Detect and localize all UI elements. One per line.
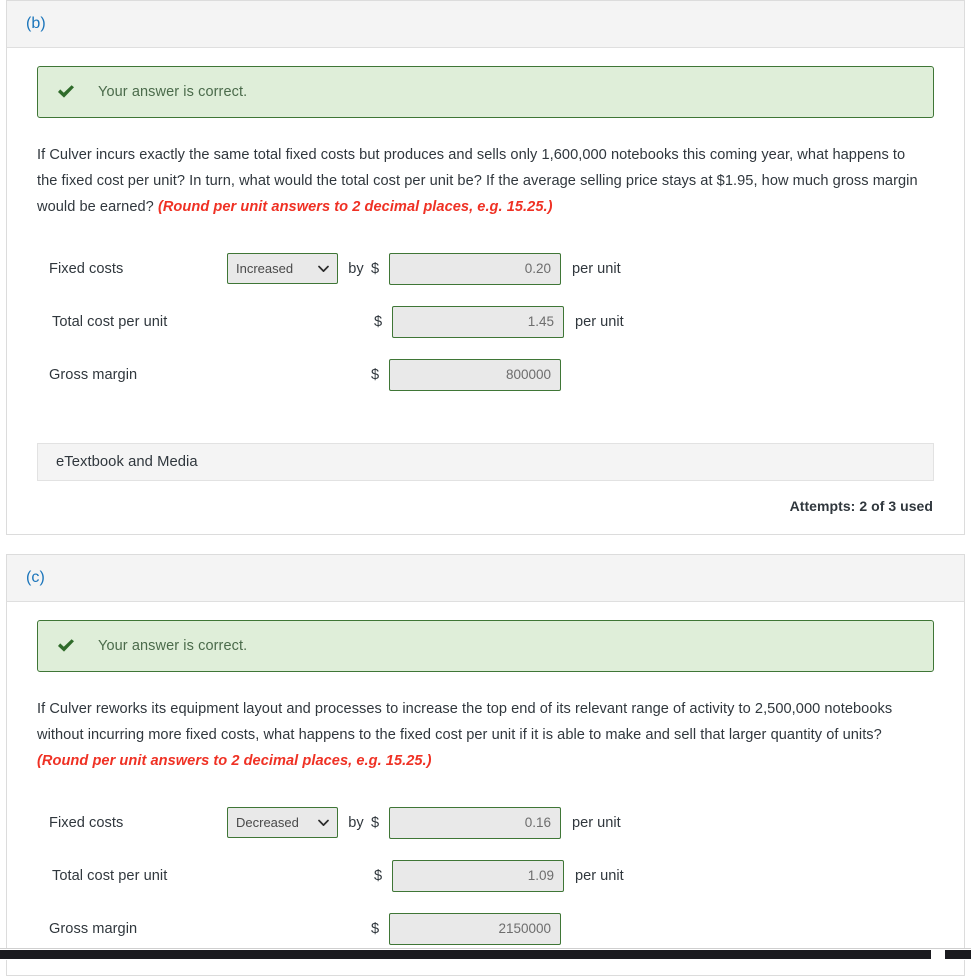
- check-icon: [56, 82, 76, 102]
- by-word-c: by: [348, 814, 364, 831]
- by-word-b: by: [348, 260, 364, 277]
- total-cost-input-c[interactable]: [392, 859, 564, 892]
- correct-banner-b: Your answer is correct.: [37, 66, 934, 118]
- answer-row-total-cost-b: Total cost per unit $ per unit: [37, 295, 934, 348]
- horizontal-scrollbar[interactable]: [0, 948, 971, 960]
- correct-banner-text-b: Your answer is correct.: [98, 84, 248, 100]
- question-prompt-main-c: If Culver reworks its equipment layout a…: [37, 701, 893, 743]
- question-page: (b) Your answer is correct. If Culver in…: [0, 0, 971, 976]
- unit-label-c-2: per unit: [575, 867, 624, 884]
- select-slot-c: Decreased: [227, 807, 341, 838]
- answer-row-gross-margin-b: Gross margin $: [37, 348, 934, 401]
- part-label-b: (b): [26, 15, 46, 32]
- etextbook-label-b: eTextbook and Media: [56, 454, 198, 470]
- section-gap: [0, 535, 971, 554]
- attempts-status-b: Attempts: 2 of 3 used: [789, 498, 933, 514]
- answer-label-gross-margin-c: Gross margin: [49, 920, 138, 937]
- direction-select-c[interactable]: Decreased: [227, 807, 338, 838]
- attempts-row-b: Attempts: 2 of 3 used: [37, 481, 934, 514]
- currency-symbol-b-2: $: [374, 313, 383, 330]
- horizontal-scrollbar-end[interactable]: [945, 950, 971, 959]
- fixed-cost-input-b[interactable]: [389, 252, 561, 285]
- answer-label-total-cost-b: Total cost per unit: [52, 313, 168, 330]
- total-cost-input-b[interactable]: [392, 305, 564, 338]
- currency-symbol-c-3: $: [371, 920, 380, 937]
- answer-rows-b: Fixed costs Increased by $ 0.20 per unit…: [37, 242, 934, 401]
- question-prompt-b: If Culver incurs exactly the same total …: [37, 142, 921, 220]
- gross-margin-input-b[interactable]: [389, 358, 561, 391]
- fixed-cost-input-c[interactable]: [389, 806, 561, 839]
- section-b-card: Your answer is correct. If Culver incurs…: [6, 48, 965, 535]
- section-b: (b) Your answer is correct. If Culver in…: [0, 0, 971, 535]
- currency-symbol-c-1: $: [371, 814, 380, 831]
- answer-row-total-cost-c: Total cost per unit $ per unit: [37, 849, 934, 902]
- select-slot-b: Increased: [227, 253, 341, 284]
- answer-row-fixed-costs-b: Fixed costs Increased by $ 0.20 per unit: [37, 242, 934, 295]
- unit-label-c-1: per unit: [572, 814, 621, 831]
- section-c: (c) Your answer is correct. If Culver re…: [0, 554, 971, 976]
- unit-label-b-2: per unit: [575, 313, 624, 330]
- horizontal-scrollbar-thumb[interactable]: [0, 950, 931, 959]
- unit-label-b-1: per unit: [572, 260, 621, 277]
- correct-banner-text-c: Your answer is correct.: [98, 638, 248, 654]
- currency-symbol-b-1: $: [371, 260, 380, 277]
- check-icon: [56, 636, 76, 656]
- part-header-b: (b): [6, 0, 965, 48]
- part-label-c: (c): [26, 569, 45, 586]
- section-c-card: Your answer is correct. If Culver rework…: [6, 602, 965, 976]
- rounding-note-c: (Round per unit answers to 2 decimal pla…: [37, 753, 432, 769]
- answer-label-total-cost-c: Total cost per unit: [52, 867, 168, 884]
- rounding-note-b: (Round per unit answers to 2 decimal pla…: [157, 199, 553, 215]
- gross-margin-input-c[interactable]: [389, 912, 561, 945]
- answer-label-fixed-costs-c: Fixed costs: [49, 814, 124, 831]
- answer-label-fixed-costs-b: Fixed costs: [49, 260, 124, 277]
- question-prompt-c: If Culver reworks its equipment layout a…: [37, 696, 921, 774]
- answer-rows-c: Fixed costs Decreased by $ 0.16 per unit…: [37, 796, 934, 955]
- answer-label-gross-margin-b: Gross margin: [49, 366, 138, 383]
- direction-select-b[interactable]: Increased: [227, 253, 338, 284]
- correct-banner-c: Your answer is correct.: [37, 620, 934, 672]
- currency-symbol-c-2: $: [374, 867, 383, 884]
- etextbook-and-media-bar-b[interactable]: eTextbook and Media: [37, 443, 934, 481]
- currency-symbol-b-3: $: [371, 366, 380, 383]
- part-header-c: (c): [6, 554, 965, 602]
- answer-row-fixed-costs-c: Fixed costs Decreased by $ 0.16 per unit: [37, 796, 934, 849]
